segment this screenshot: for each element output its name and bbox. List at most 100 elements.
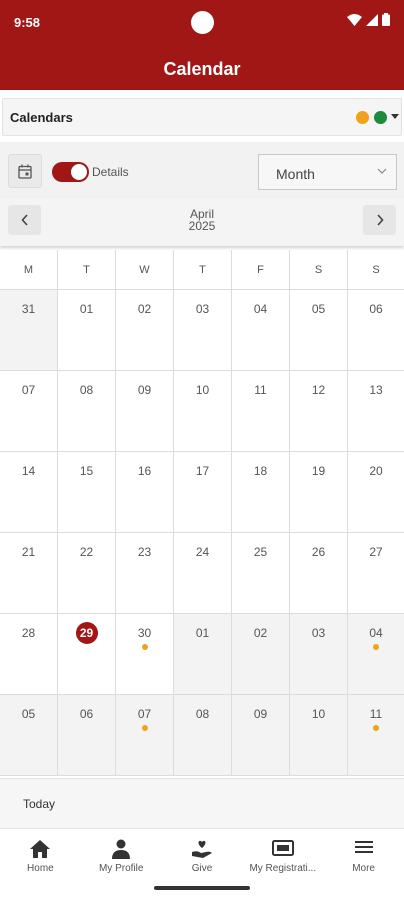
calendar-week-row: 31 01 02 03 04 05 06 [0,290,404,371]
nav-item-home[interactable]: Home [0,829,81,900]
calendar-week-row: 21 22 23 24 25 26 27 [0,533,404,614]
day-cell[interactable]: 11 [348,695,404,775]
day-number: 11 [254,383,267,397]
calendar-icon [18,164,32,179]
home-indicator[interactable] [154,886,250,890]
day-cell[interactable]: 02 [232,614,290,694]
day-number: 07 [137,707,152,721]
day-number: 12 [311,383,326,397]
day-cell[interactable]: 23 [116,533,174,613]
day-number: 02 [137,302,152,316]
calendar-week-row: 05 06 07 08 09 10 11 [0,695,404,776]
day-cell[interactable]: 13 [348,371,404,451]
day-number: 06 [79,707,94,721]
day-cell[interactable]: 30 [116,614,174,694]
next-month-button[interactable] [363,205,396,235]
day-number: 19 [311,464,326,478]
day-cell[interactable]: 04 [348,614,404,694]
day-number: 01 [195,626,210,640]
day-cell[interactable]: 12 [290,371,348,451]
nav-item-my-profile[interactable]: My Profile [81,829,162,900]
calendar-week-row: 14 15 16 17 18 19 20 [0,452,404,533]
calendar-grid: MTWTFSS 31 01 02 03 04 05 06 07 08 09 10 11 12 13 14 15… [0,250,404,776]
day-cell[interactable]: 08 [174,695,232,775]
day-number: 11 [369,707,383,721]
day-cell[interactable]: 05 [0,695,58,775]
day-cell[interactable]: 09 [116,371,174,451]
chevron-down-icon [377,168,387,174]
day-cell[interactable]: 10 [174,371,232,451]
day-cell[interactable]: 15 [58,452,116,532]
day-cell[interactable]: 01 [174,614,232,694]
day-number: 14 [21,464,36,478]
day-number: 27 [369,545,383,559]
day-number: 20 [369,464,383,478]
day-cell-today[interactable]: 29 [58,614,116,694]
today-label: Today [23,797,56,811]
weekday-header: S [372,263,380,276]
day-cell[interactable]: 24 [174,533,232,613]
month-navigation: April 2025 [0,198,404,246]
day-cell[interactable]: 20 [348,452,404,532]
calendar-color-dot-green [374,111,387,124]
day-number: 17 [195,464,210,478]
day-cell[interactable]: 19 [290,452,348,532]
day-number: 10 [311,707,326,721]
day-cell[interactable]: 01 [58,290,116,370]
day-cell[interactable]: 17 [174,452,232,532]
view-mode-value: Month [276,166,315,182]
day-number: 08 [79,383,94,397]
day-cell[interactable]: 04 [232,290,290,370]
day-number: 09 [137,383,152,397]
day-cell[interactable]: 08 [58,371,116,451]
weekday-header: T [58,250,116,289]
nav-item-more[interactable]: More [323,829,404,900]
day-cell[interactable]: 16 [116,452,174,532]
give-hand-heart-icon [191,840,212,858]
day-cell[interactable]: 28 [0,614,58,694]
day-cell[interactable]: 18 [232,452,290,532]
details-toggle[interactable] [52,162,89,182]
signal-icon [366,13,378,26]
day-cell[interactable]: 26 [290,533,348,613]
day-cell[interactable]: 03 [290,614,348,694]
day-number: 26 [311,545,326,559]
nav-item-label: Home [27,863,54,874]
wifi-icon [347,13,362,26]
day-cell[interactable]: 31 [0,290,58,370]
day-number: 01 [79,302,94,316]
day-cell[interactable]: 25 [232,533,290,613]
day-cell[interactable]: 07 [0,371,58,451]
day-cell[interactable]: 27 [348,533,404,613]
nav-item-label: More [352,863,375,874]
day-cell[interactable]: 06 [58,695,116,775]
day-cell[interactable]: 07 [116,695,174,775]
day-number: 05 [311,302,326,316]
day-cell[interactable]: 06 [348,290,404,370]
details-label: Details [92,165,129,179]
day-cell[interactable]: 02 [116,290,174,370]
calendars-label: Calendars [10,110,73,125]
day-number: 15 [79,464,94,478]
day-number: 05 [21,707,36,721]
nav-item-label: My Registrati... [249,863,317,874]
day-cell[interactable]: 09 [232,695,290,775]
day-cell[interactable]: 10 [290,695,348,775]
app-header: 9:58 Calendar [0,0,404,90]
day-cell[interactable]: 21 [0,533,58,613]
ticket-icon [271,840,294,856]
calendars-selector[interactable]: Calendars [2,98,402,136]
weekday-header: F [232,250,290,289]
event-indicator-dot [373,644,379,650]
day-cell[interactable]: 11 [232,371,290,451]
battery-icon [382,13,390,26]
view-mode-select[interactable]: Month [258,154,397,190]
date-picker-button[interactable] [8,154,42,188]
day-cell[interactable]: 14 [0,452,58,532]
day-number: 10 [195,383,210,397]
day-cell[interactable]: 22 [58,533,116,613]
nav-item-my-registrations[interactable]: My Registrati... [242,829,323,900]
day-cell[interactable]: 05 [290,290,348,370]
day-cell[interactable]: 03 [174,290,232,370]
weekday-header-row: MTWTFSS [0,250,404,290]
